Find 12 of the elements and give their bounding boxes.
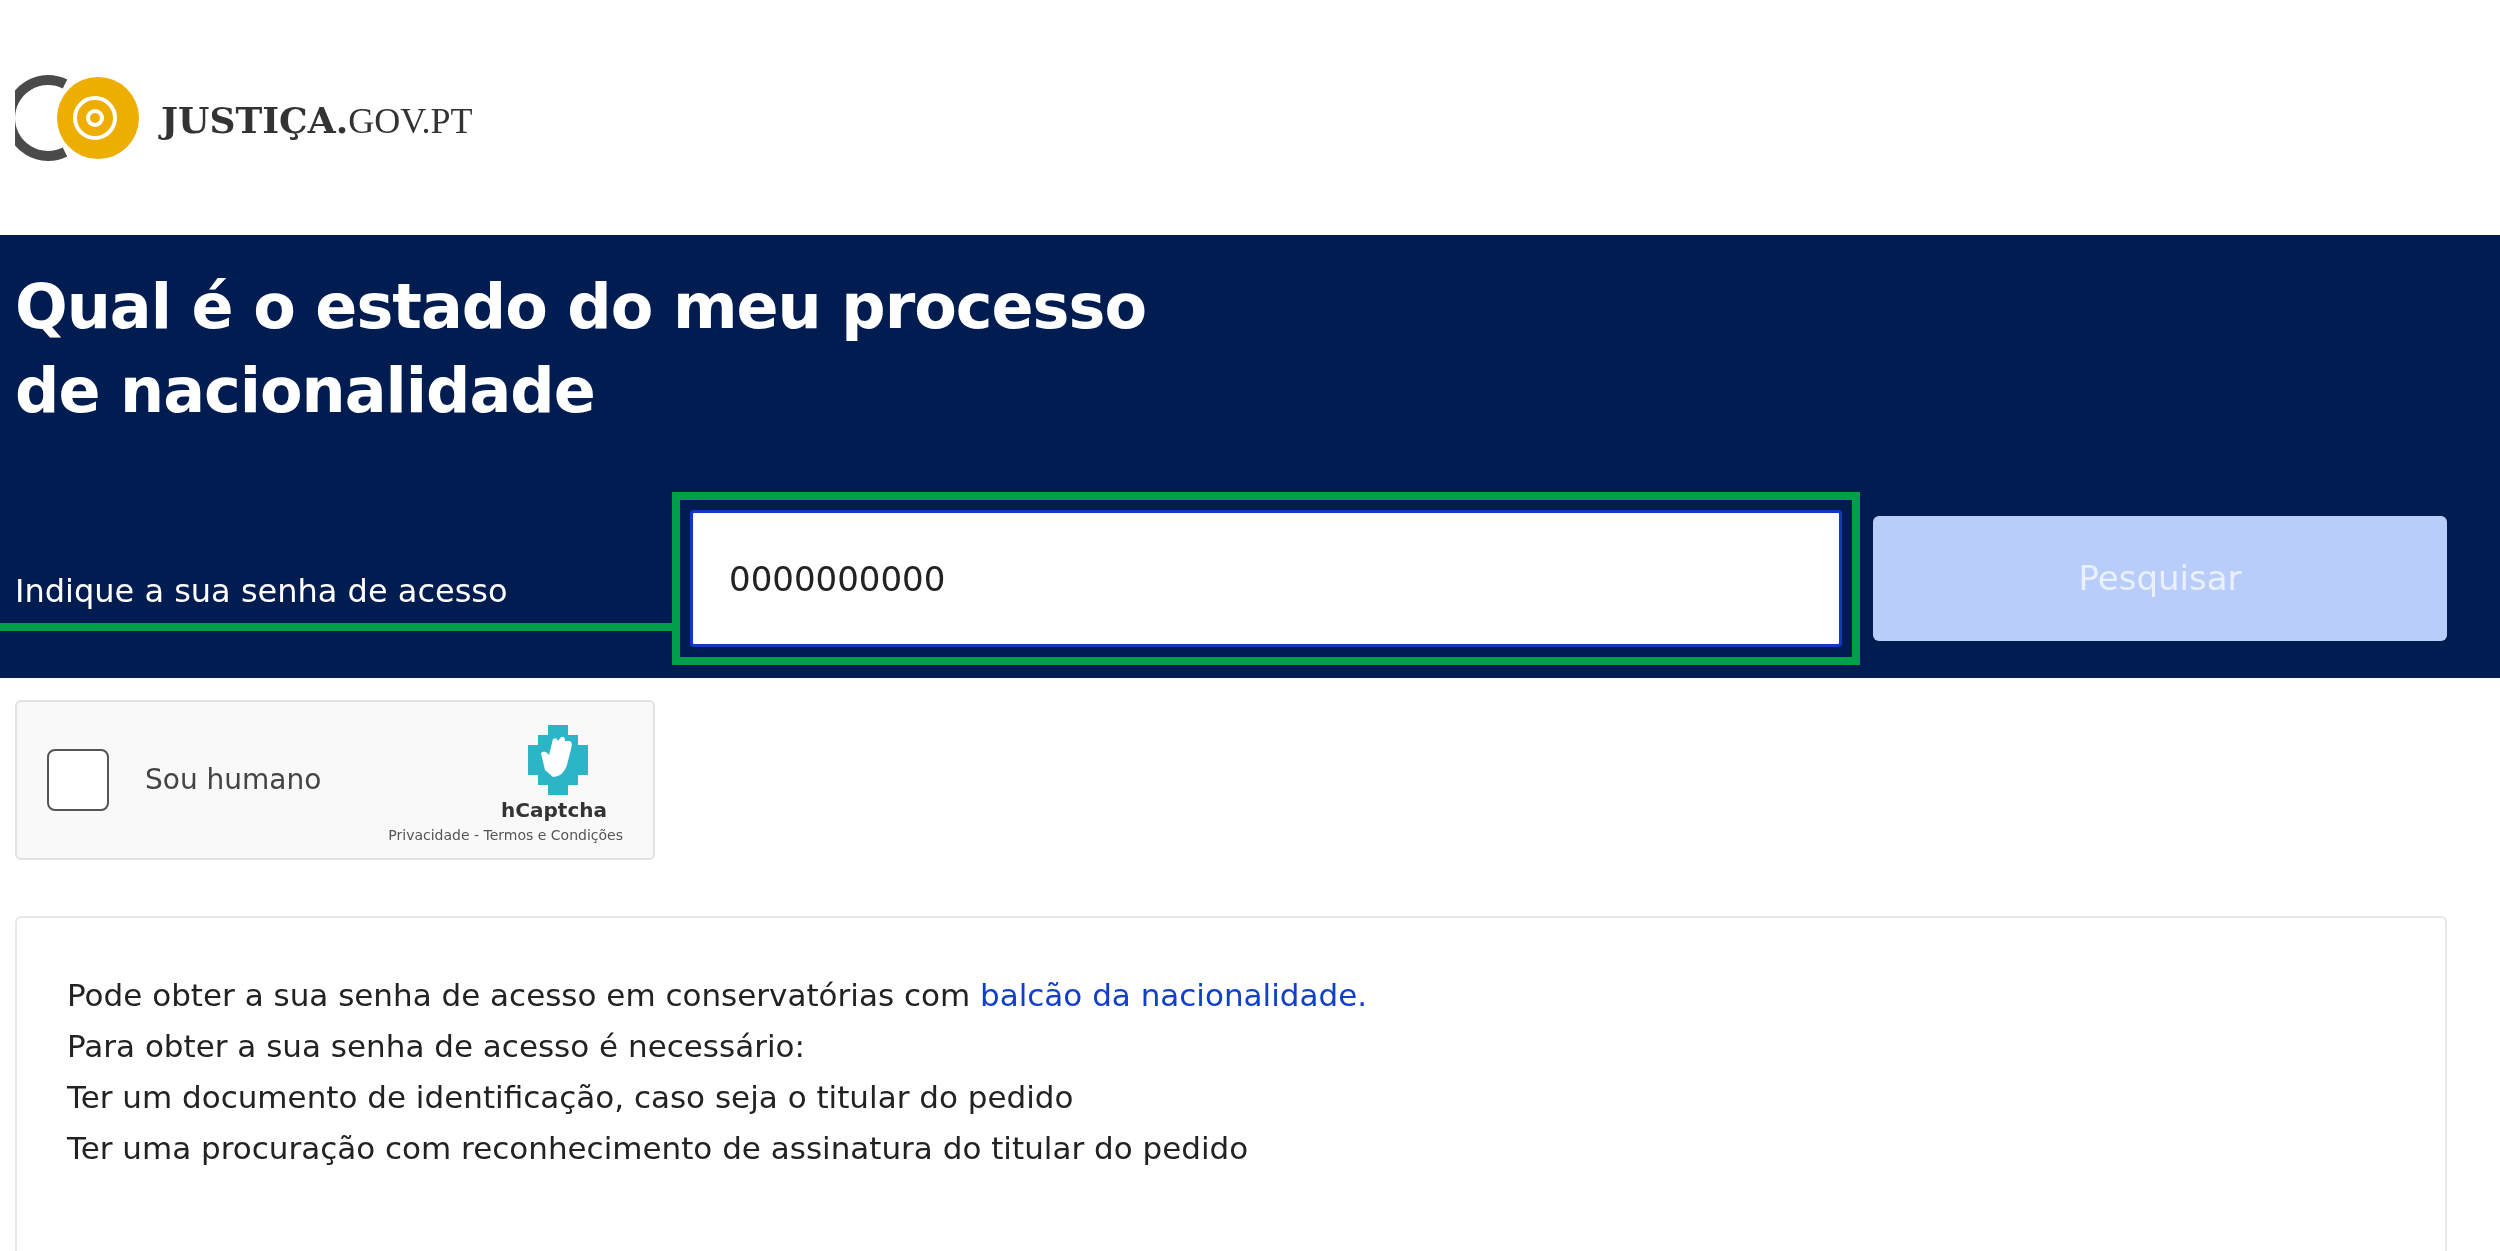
nationality-counter-link[interactable]: balcão da nacionalidade.: [980, 977, 1368, 1013]
info-text: Ter um documento de identificação, caso seja o titular do pedido: [67, 1078, 1075, 1117]
info-text: Para obter a sua senha de acesso é necessário:: [67, 1027, 806, 1066]
captcha-label: Sou humano: [145, 762, 322, 798]
info-text: Ter uma procuração com reconhecimento de assinatura do titular do pedido: [67, 1129, 1250, 1168]
info-text: Pode obter a sua senha de acesso em conservatórias com balcão da nacionalidade.: [67, 976, 1369, 1015]
access-code-field[interactable]: 0000000000: [690, 510, 1842, 647]
captcha-brand: hCaptcha: [501, 796, 607, 824]
captcha-links[interactable]: Privacidade - Termos e Condições: [388, 824, 623, 846]
captcha-checkbox[interactable]: [47, 749, 109, 811]
page-title: Qual é o estado do meu processo de nacionalidade: [14, 269, 1147, 429]
field-label: Indique a sua senha de acesso: [14, 570, 509, 612]
